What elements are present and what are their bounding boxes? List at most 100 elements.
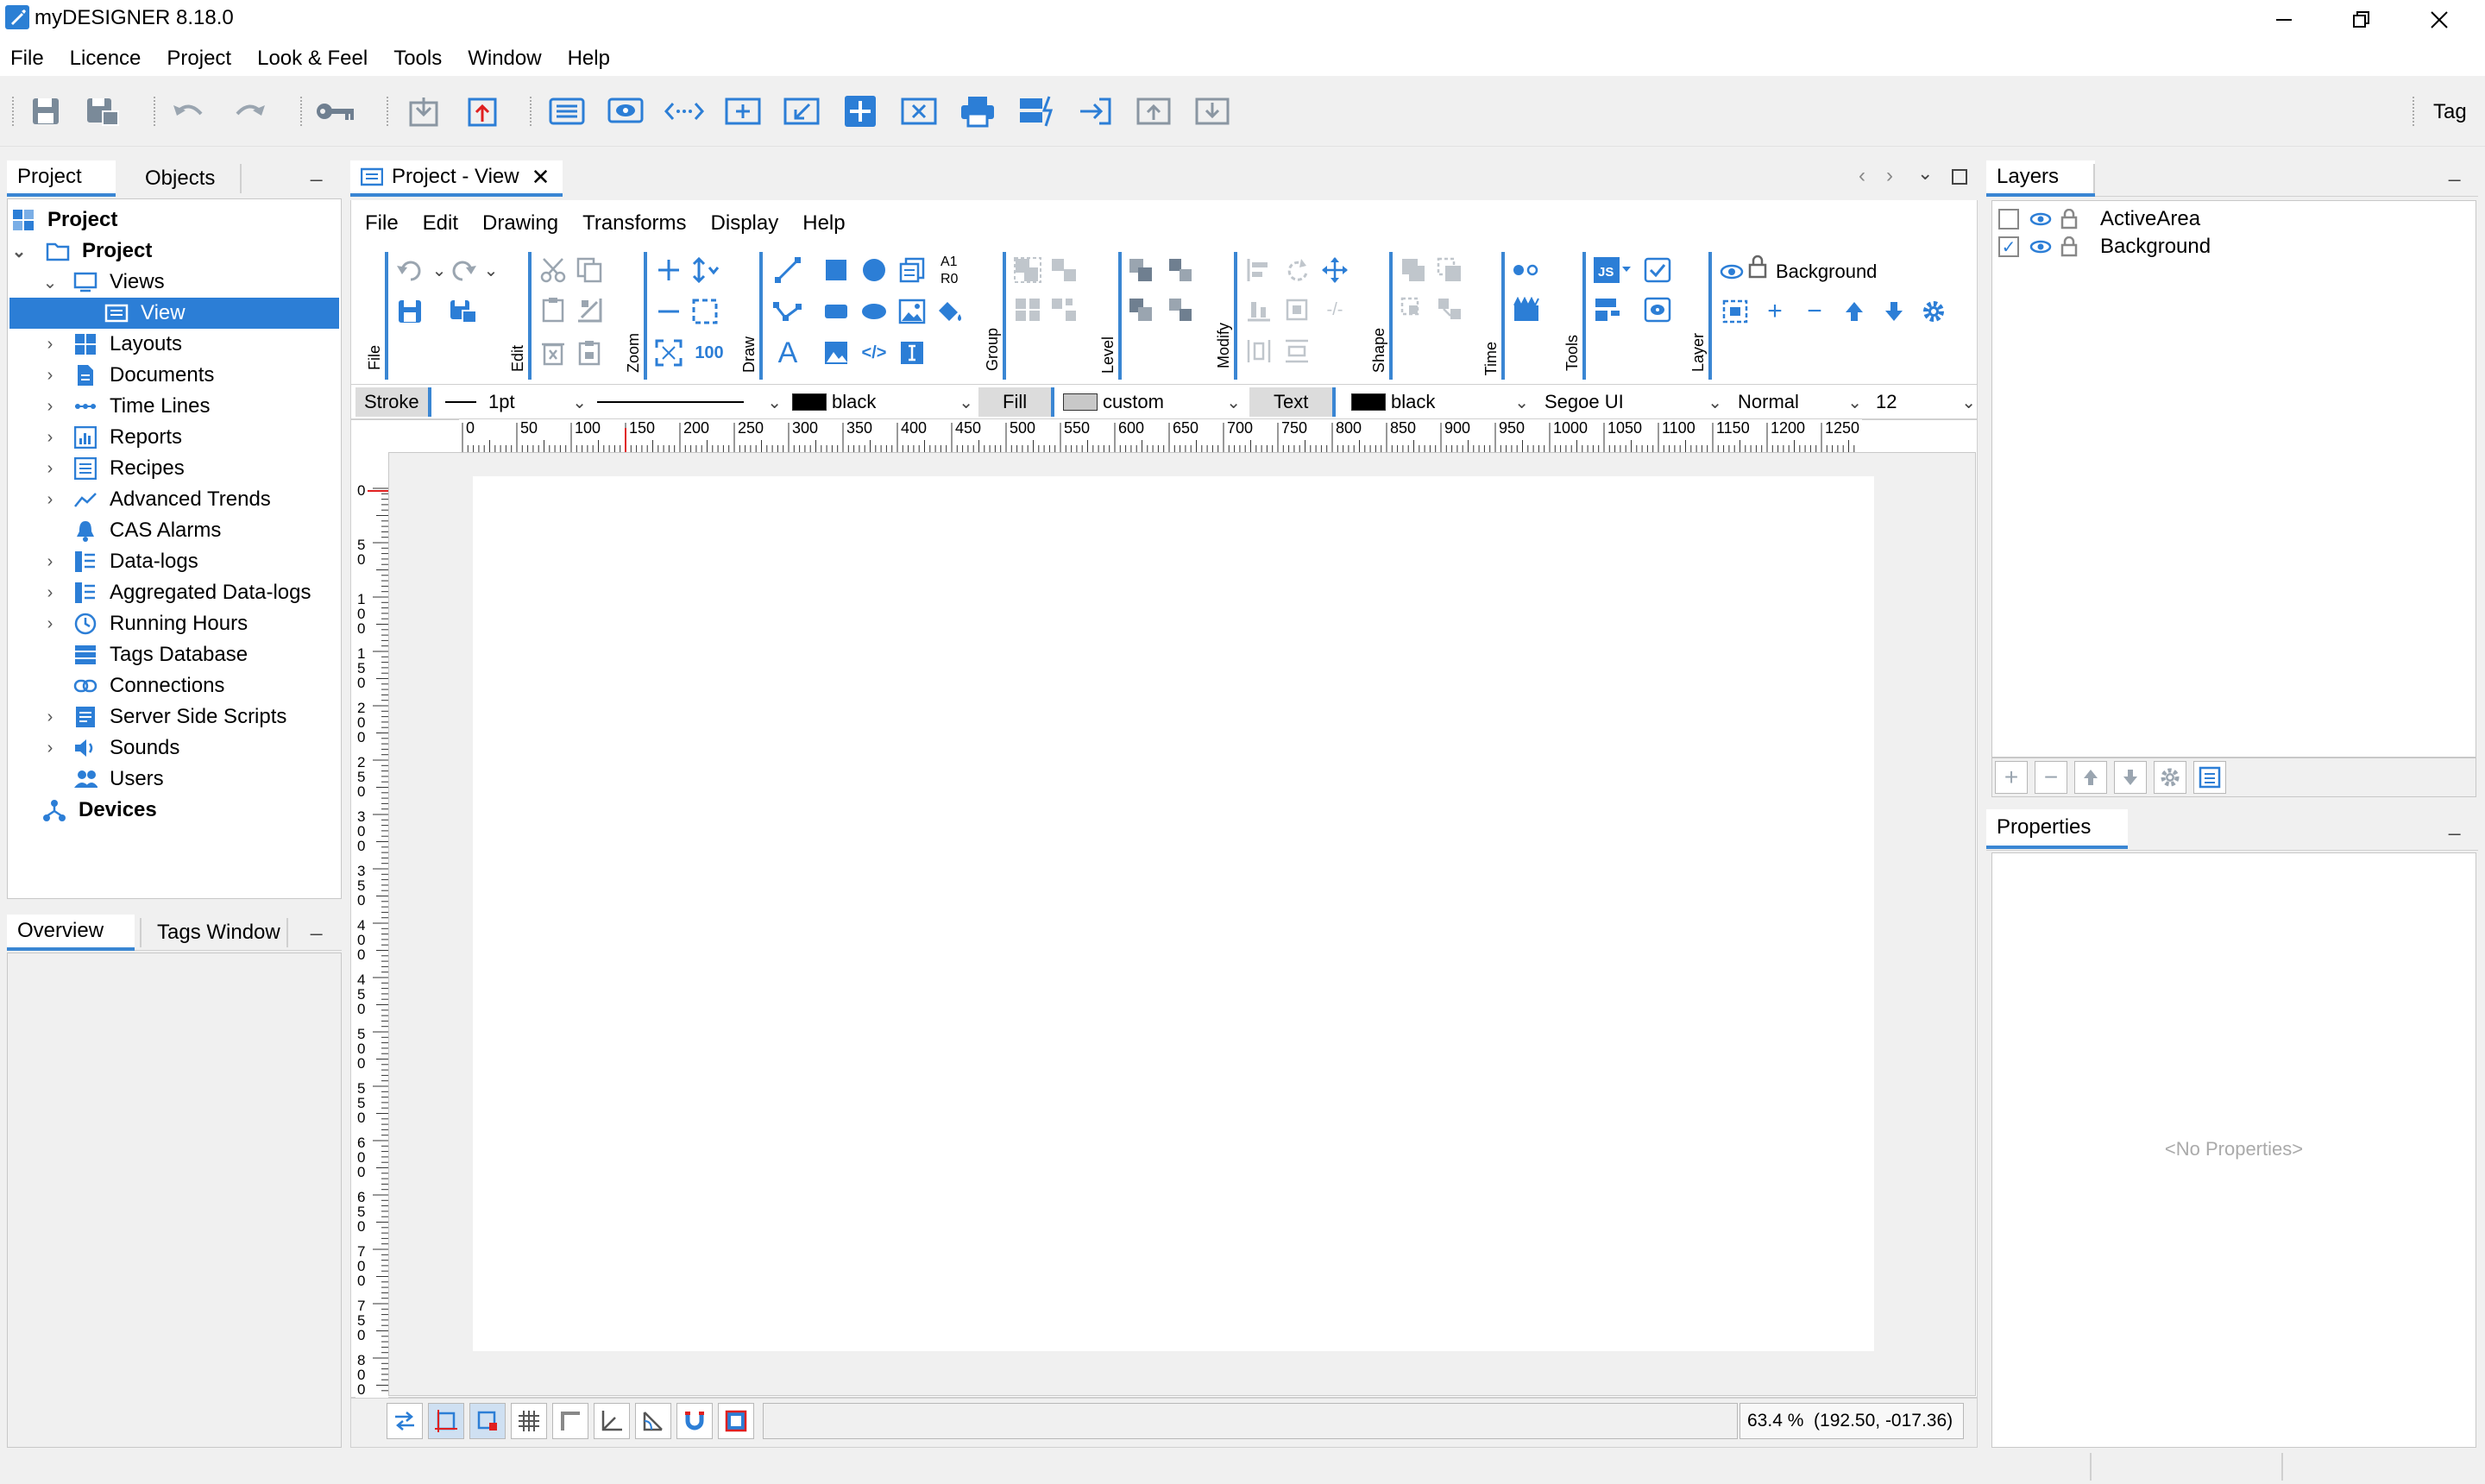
ribbon-redo-chevron-icon[interactable]: ⌄ xyxy=(476,255,506,285)
tree-item-connections[interactable]: Connections xyxy=(73,670,224,701)
ribbon-save-icon[interactable] xyxy=(395,297,425,326)
ruler-toggle-icon[interactable] xyxy=(552,1403,588,1439)
remove-window-icon[interactable] xyxy=(899,91,939,131)
angle-snap-icon[interactable] xyxy=(635,1403,671,1439)
editor-menu-file[interactable]: File xyxy=(365,211,399,236)
bring-forward-icon[interactable] xyxy=(1167,255,1196,285)
tree-item-cas-alarms[interactable]: CAS Alarms xyxy=(73,515,221,546)
layer-lock-icon[interactable] xyxy=(1743,252,1772,281)
group-icon[interactable] xyxy=(1013,255,1042,285)
group-all-icon[interactable] xyxy=(1013,295,1042,324)
ribbon-redo-icon[interactable] xyxy=(449,255,478,285)
tree-item-users[interactable]: Users xyxy=(73,764,164,795)
cut-icon[interactable] xyxy=(538,255,568,285)
shape-subtract-icon[interactable] xyxy=(1436,255,1465,285)
layer-checkbox[interactable] xyxy=(1998,209,2019,230)
close-tab-icon[interactable]: ✕ xyxy=(532,164,550,191)
fill-bucket-icon[interactable] xyxy=(935,297,965,326)
login-icon[interactable] xyxy=(1075,91,1115,131)
view-page[interactable] xyxy=(473,476,1874,1351)
text-color-select[interactable]: black ⌄ xyxy=(1351,387,1529,418)
checkbox-tool-icon[interactable] xyxy=(1643,255,1672,285)
tree-item-recipes[interactable]: › Recipes xyxy=(47,453,185,484)
editor-menu-display[interactable]: Display xyxy=(711,211,779,236)
ungroup-all-icon[interactable] xyxy=(1049,295,1079,324)
key-icon[interactable] xyxy=(316,91,355,131)
layer-row-background[interactable]: ✓ Background xyxy=(1998,233,2211,261)
tree-item-devices[interactable]: Devices xyxy=(42,795,157,826)
chevron-right-icon[interactable]: › xyxy=(42,490,58,510)
layer-visible-icon[interactable] xyxy=(1717,257,1746,286)
tab-scroll-right-icon[interactable]: › xyxy=(1886,164,1893,188)
stack-tool-icon[interactable] xyxy=(1593,295,1622,324)
editor-menu-edit[interactable]: Edit xyxy=(423,211,458,236)
redo-icon[interactable] xyxy=(230,91,269,131)
draw-multiline-text-icon[interactable] xyxy=(897,255,927,285)
draw-line-icon[interactable] xyxy=(773,255,802,285)
minimize-panel-icon[interactable]: _ xyxy=(311,159,322,183)
editor-menu-drawing[interactable]: Drawing xyxy=(482,211,558,236)
tree-item-project[interactable]: ⌄ Project xyxy=(12,236,153,267)
undo-icon[interactable] xyxy=(169,91,209,131)
tab-list-chevron-icon[interactable]: ⌄ xyxy=(1917,162,1933,185)
clipboard-icon[interactable] xyxy=(575,338,604,368)
tab-tags-window[interactable]: Tags Window xyxy=(147,915,291,951)
send-back-icon[interactable] xyxy=(1127,295,1156,324)
tree-item-reports[interactable]: › Reports xyxy=(47,422,182,453)
tree-item-running-hours[interactable]: › Running Hours xyxy=(47,608,248,639)
add-window-icon[interactable] xyxy=(723,91,763,131)
zoom-fit-icon[interactable] xyxy=(654,338,683,368)
swap-icon[interactable] xyxy=(387,1403,423,1439)
tab-properties[interactable]: Properties xyxy=(1986,809,2128,849)
draw-rectangle-icon[interactable] xyxy=(821,255,851,285)
layer-eye-icon[interactable] xyxy=(2029,211,2052,227)
minimize-panel-icon[interactable]: _ xyxy=(311,913,322,937)
stroke-style-select[interactable]: ⌄ xyxy=(597,387,782,418)
tree-item-tags-database[interactable]: Tags Database xyxy=(73,639,248,670)
chevron-right-icon[interactable]: › xyxy=(42,366,58,386)
layer-select-icon[interactable] xyxy=(1721,297,1750,326)
tree-item-layouts[interactable]: › Layouts xyxy=(47,329,182,360)
tree-item-data-logs[interactable]: › Data-logs xyxy=(47,546,198,577)
tree-item-view[interactable]: View xyxy=(9,298,339,329)
stroke-color-select[interactable]: black ⌄ xyxy=(792,387,973,418)
layer-remove-icon[interactable]: − xyxy=(1800,297,1829,326)
layer-eye-icon[interactable] xyxy=(2029,239,2052,255)
fill-color-select[interactable]: custom ⌄ xyxy=(1063,387,1241,418)
chevron-right-icon[interactable]: › xyxy=(42,397,58,417)
tree-item-views[interactable]: ⌄ Views xyxy=(43,267,165,298)
layer-lock-icon[interactable] xyxy=(2060,209,2078,230)
snap-frame-icon[interactable] xyxy=(428,1403,464,1439)
animation-clapper-icon[interactable] xyxy=(1512,295,1541,324)
minimize-panel-icon[interactable]: _ xyxy=(2449,813,2460,837)
tab-project-view[interactable]: Project - View ✕ xyxy=(350,160,563,197)
javascript-icon[interactable]: JS xyxy=(1593,255,1631,285)
horizontal-scrollbar[interactable] xyxy=(763,1403,1738,1439)
delete-icon[interactable] xyxy=(538,338,568,368)
paste-special-icon[interactable] xyxy=(575,295,604,324)
deploy-icon[interactable] xyxy=(1016,91,1056,131)
menu-look-and-feel[interactable]: Look & Feel xyxy=(257,47,368,71)
timeline-dots-icon[interactable] xyxy=(1512,255,1541,285)
layers-add-icon[interactable]: + xyxy=(1995,761,2028,794)
layer-settings-gear-icon[interactable] xyxy=(1919,297,1948,326)
menu-window[interactable]: Window xyxy=(468,47,541,71)
chevron-right-icon[interactable]: › xyxy=(42,552,58,572)
flip-icon[interactable]: -/- xyxy=(1320,295,1349,324)
preview-tool-icon[interactable] xyxy=(1643,295,1672,324)
upload-icon[interactable] xyxy=(1134,91,1173,131)
tab-project[interactable]: Project xyxy=(7,160,116,197)
draw-polyline-icon[interactable] xyxy=(773,297,802,326)
text-input-icon[interactable] xyxy=(897,338,927,368)
tab-overview[interactable]: Overview xyxy=(7,915,135,951)
layer-checkbox[interactable]: ✓ xyxy=(1998,236,2019,257)
rotate-icon[interactable] xyxy=(1282,255,1312,285)
font-size-select[interactable]: 12 ⌄ xyxy=(1876,387,1976,418)
send-backward-icon[interactable] xyxy=(1167,295,1196,324)
shape-union-icon[interactable] xyxy=(1400,255,1429,285)
bring-front-icon[interactable] xyxy=(1127,255,1156,285)
restore-button[interactable] xyxy=(2323,0,2400,40)
download-icon[interactable] xyxy=(1192,91,1232,131)
menu-project[interactable]: Project xyxy=(167,47,231,71)
save-icon[interactable] xyxy=(26,91,66,131)
